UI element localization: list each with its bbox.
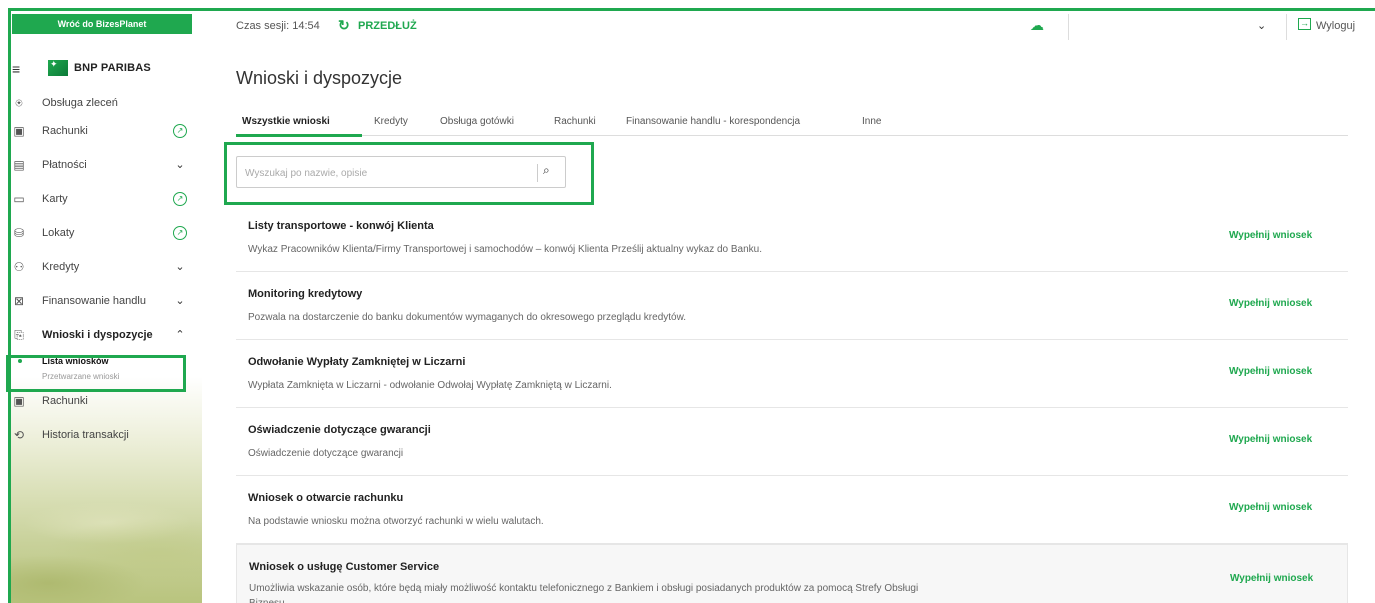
sidebar-item-obsluga-zlecen[interactable]: ⍟ Obsługa zleceń [8, 92, 202, 114]
item-description: Na podstawie wniosku można otworzyć rach… [248, 516, 544, 527]
sidebar-item-label: Płatności [42, 159, 87, 171]
fill-application-link[interactable]: Wypełnij wniosek [1229, 298, 1312, 309]
chevron-down-icon[interactable]: ⌄ [173, 158, 187, 172]
credit-icon: ⚇ [13, 260, 25, 274]
highlight-frame-search [224, 142, 594, 205]
sidebar-item-kredyty[interactable]: ⚇ Kredyty ⌄ [8, 250, 202, 284]
sidebar-item-label: Historia transakcji [42, 429, 129, 441]
sidebar-item-label: Finansowanie handlu [42, 295, 146, 307]
item-title: Oświadczenie dotyczące gwarancji [248, 424, 431, 436]
card-icon: ▭ [13, 192, 25, 206]
sidebar-nav: ⍟ Obsługa zleceń ▣ Rachunki ↗ ▤ Płatnośc… [8, 92, 202, 452]
item-description: Pozwala na dostarczenie do banku dokumen… [248, 312, 687, 323]
tab-rachunki[interactable]: Rachunki [554, 116, 596, 127]
main-content: Wnioski i dyspozycje Wszystkie wnioski K… [202, 46, 1375, 603]
refresh-icon[interactable]: ↻ [338, 17, 350, 34]
sidebar-item-label: Lokaty [42, 227, 75, 239]
fill-application-link[interactable]: Wypełnij wniosek [1229, 434, 1312, 445]
external-link-icon[interactable]: ↗ [173, 124, 187, 138]
topbar-divider [1068, 14, 1069, 40]
item-title: Wniosek o otwarcie rachunku [248, 492, 404, 504]
external-link-icon[interactable]: ↗ [173, 192, 187, 206]
item-title: Wniosek o usługę Customer Service [249, 561, 440, 573]
payments-icon: ▤ [13, 158, 25, 172]
trade-finance-icon: ⊠ [13, 294, 25, 308]
active-tab-indicator [236, 134, 362, 137]
antenna-icon: ⍟ [15, 96, 23, 110]
history-icon: ⟲ [13, 428, 25, 442]
list-item: Wniosek o usługę Customer Service Umożli… [236, 544, 1348, 603]
chevron-up-icon[interactable]: ⌃ [173, 328, 187, 342]
tabs: Wszystkie wnioski Kredyty Obsługa gotówk… [236, 110, 1348, 137]
sidebar-item-platnosci[interactable]: ▤ Płatności ⌄ [8, 148, 202, 182]
fill-application-link[interactable]: Wypełnij wniosek [1229, 366, 1312, 377]
tab-finansowanie-handlu[interactable]: Finansowanie handlu - korespondencja [626, 116, 800, 127]
item-description: Umożliwia wskazanie osób, które będą mia… [249, 583, 919, 603]
sidebar-item-label: Kredyty [42, 261, 80, 273]
sidebar-item-historia[interactable]: ⟲ Historia transakcji [8, 418, 202, 452]
list-item: Odwołanie Wypłaty Zamkniętej w Liczarni … [236, 340, 1348, 408]
topbar-divider [1286, 14, 1287, 40]
list-item: Monitoring kredytowy Pozwala na dostarcz… [236, 272, 1348, 340]
sidebar-item-finansowanie-handlu[interactable]: ⊠ Finansowanie handlu ⌄ [8, 284, 202, 318]
sidebar-item-label: Karty [42, 193, 68, 205]
chevron-down-icon[interactable]: ⌄ [173, 260, 187, 274]
sidebar-item-label: Rachunki [42, 395, 88, 407]
extend-session-button[interactable]: PRZEDŁUŻ [358, 20, 417, 32]
sidebar-item-label: Obsługa zleceń [42, 97, 118, 109]
tab-inne[interactable]: Inne [862, 116, 881, 127]
chevron-down-icon[interactable]: ⌄ [1257, 19, 1266, 32]
sidebar-item-karty[interactable]: ▭ Karty ↗ [8, 182, 202, 216]
applications-list: Listy transportowe - konwój Klienta Wyka… [236, 204, 1348, 603]
item-title: Monitoring kredytowy [248, 288, 363, 300]
item-description: Wypłata Zamknięta w Liczarni - odwołanie… [248, 380, 612, 391]
item-title: Odwołanie Wypłaty Zamkniętej w Liczarni [248, 356, 466, 368]
page-title: Wnioski i dyspozycje [236, 68, 403, 88]
topbar: Czas sesji: 14:54 ↻ PRZEDŁUŻ ☁ ⌄ → Wylog… [202, 8, 1375, 46]
app-window: Wróć do BizesPlanet ≡ ✦ BNP PARIBAS ⍟ Ob… [0, 0, 1375, 603]
logout-icon[interactable]: → [1298, 18, 1311, 30]
list-item: Listy transportowe - konwój Klienta Wyka… [236, 204, 1348, 272]
logo-stars-icon: ✦ [50, 59, 58, 69]
back-to-bizplanet-button[interactable]: Wróć do BizesPlanet [12, 14, 192, 34]
session-timer: Czas sesji: 14:54 [236, 20, 320, 32]
accounts-icon: ▣ [13, 124, 25, 138]
highlight-frame-sidebar [6, 355, 186, 392]
chevron-down-icon[interactable]: ⌄ [173, 294, 187, 308]
logout-button[interactable]: Wyloguj [1316, 20, 1355, 32]
fill-application-link[interactable]: Wypełnij wniosek [1229, 230, 1312, 241]
external-link-icon[interactable]: ↗ [173, 226, 187, 240]
sidebar-item-wnioski[interactable]: ⎘ Wnioski i dyspozycje ⌃ [8, 318, 202, 352]
sidebar-item-label: Rachunki [42, 125, 88, 137]
fill-application-link[interactable]: Wypełnij wniosek [1230, 573, 1313, 584]
deposit-icon: ⛁ [13, 226, 25, 240]
cloud-upload-icon[interactable]: ☁ [1030, 17, 1044, 34]
tab-wszystkie[interactable]: Wszystkie wnioski [242, 116, 330, 127]
applications-icon: ⎘ [14, 328, 24, 342]
tab-kredyty[interactable]: Kredyty [374, 116, 408, 127]
accounts-icon: ▣ [13, 394, 25, 408]
item-description: Oświadczenie dotyczące gwarancji [248, 448, 404, 459]
sidebar-item-rachunki[interactable]: ▣ Rachunki ↗ [8, 114, 202, 148]
list-item: Oświadczenie dotyczące gwarancji Oświadc… [236, 408, 1348, 476]
hamburger-menu-icon[interactable]: ≡ [12, 62, 28, 76]
brand-row: ≡ ✦ BNP PARIBAS [8, 58, 202, 82]
item-title: Listy transportowe - konwój Klienta [248, 220, 434, 232]
list-item: Wniosek o otwarcie rachunku Na podstawie… [236, 476, 1348, 544]
logo-text: BNP PARIBAS [74, 62, 151, 74]
sidebar-item-lokaty[interactable]: ⛁ Lokaty ↗ [8, 216, 202, 250]
item-description: Wykaz Pracowników Klienta/Firmy Transpor… [248, 244, 763, 255]
sidebar-item-label: Wnioski i dyspozycje [42, 329, 153, 341]
sidebar: Wróć do BizesPlanet ≡ ✦ BNP PARIBAS ⍟ Ob… [8, 8, 202, 603]
tab-obsluga-gotowki[interactable]: Obsługa gotówki [440, 116, 514, 127]
fill-application-link[interactable]: Wypełnij wniosek [1229, 502, 1312, 513]
